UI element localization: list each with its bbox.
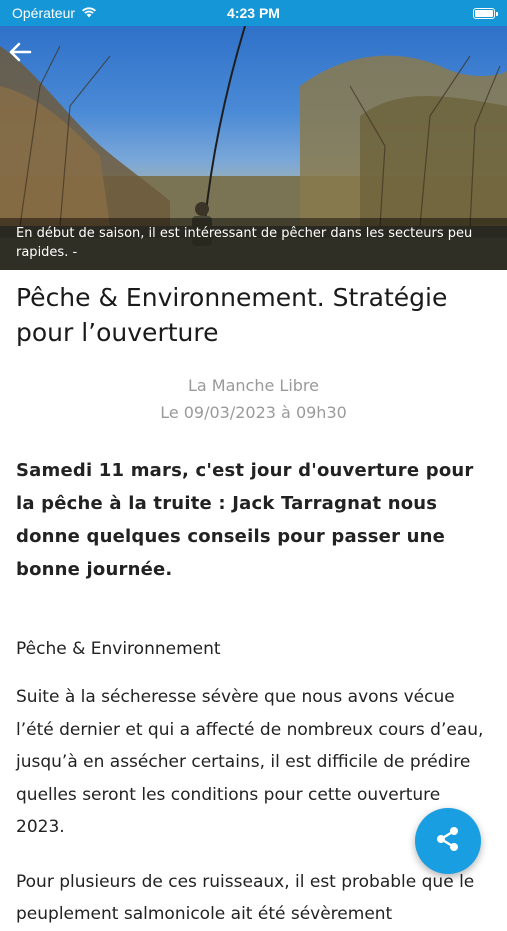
article-section-label: Pêche & Environnement: [16, 639, 221, 659]
status-left: Opérateur: [12, 5, 97, 21]
wifi-icon: [81, 5, 97, 21]
article-lead: Samedi 11 mars, c'est jour d'ouverture p…: [16, 460, 474, 580]
article-paragraph: Suite à la sécheresse sévère que nous av…: [16, 687, 484, 837]
article-paragraph: Pour plusieurs de ces ruisseaux, il est …: [16, 871, 475, 925]
article-title: Pêche & Environnement. Stratégie pour l’…: [16, 283, 448, 347]
share-button[interactable]: [415, 808, 481, 874]
hero-image: En début de saison, il est intéressant d…: [0, 26, 507, 270]
article-date: Le 09/03/2023 à 09h30: [160, 403, 347, 422]
carrier-label: Opérateur: [12, 5, 76, 21]
back-button[interactable]: [8, 42, 52, 86]
share-icon: [434, 825, 462, 857]
battery-icon: [473, 7, 498, 19]
article-source: La Manche Libre: [187, 376, 319, 395]
status-bar: Opérateur 4:23 PM: [0, 0, 507, 26]
image-caption: En début de saison, il est intéressant d…: [0, 218, 507, 270]
